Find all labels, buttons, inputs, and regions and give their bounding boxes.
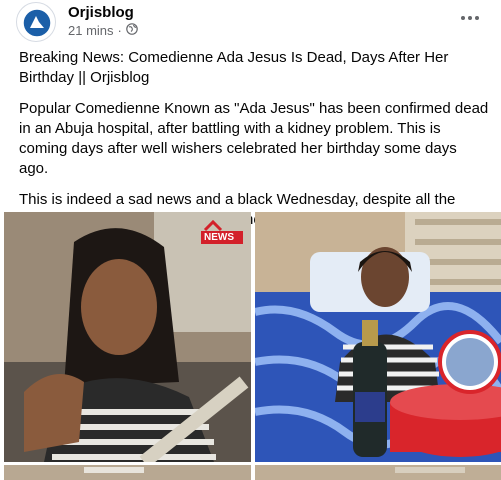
news-badge: NEWS [201, 220, 243, 244]
post-meta: 21 mins · [68, 23, 138, 38]
post-photo[interactable] [255, 212, 501, 462]
birthday-image [255, 212, 501, 462]
selfie-image [4, 212, 251, 462]
ellipsis-icon [461, 16, 479, 20]
globe-icon[interactable] [126, 23, 138, 38]
more-options-button[interactable] [455, 6, 485, 30]
page-avatar[interactable] [16, 2, 56, 42]
post-author[interactable]: Orjisblog [68, 4, 134, 21]
badge-label: NEWS [204, 232, 234, 243]
post-paragraph: Popular Comedienne Known as "Ada Jesus" … [19, 100, 489, 177]
post-headline: Breaking News: Comedienne Ada Jesus Is D… [19, 49, 449, 86]
post-photo[interactable] [4, 465, 251, 480]
orjisblog-logo [22, 8, 52, 38]
facebook-post: Orjisblog 21 mins · Breaking News: Comed… [0, 0, 501, 480]
meta-separator: · [117, 23, 122, 38]
post-time[interactable]: 21 mins [68, 23, 114, 38]
post-photo[interactable]: NEWS [4, 212, 251, 462]
post-photo[interactable] [255, 465, 501, 480]
